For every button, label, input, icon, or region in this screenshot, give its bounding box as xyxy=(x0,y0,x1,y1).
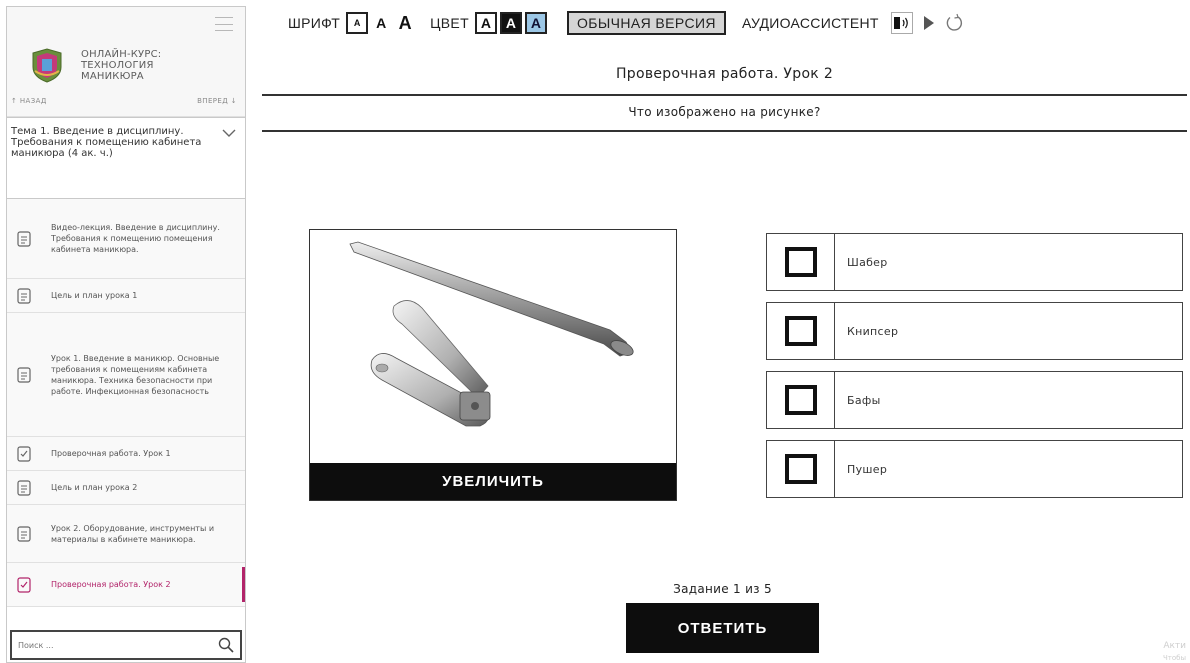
document-icon xyxy=(17,366,31,383)
play-icon[interactable] xyxy=(919,12,939,34)
checkbox[interactable] xyxy=(784,316,817,346)
audio-assistant-label: АУДИОАССИСТЕНТ xyxy=(741,15,879,31)
option-label: Книпсер xyxy=(847,324,899,338)
normal-version-button[interactable]: ОБЫЧНАЯ ВЕРСИЯ xyxy=(566,11,726,35)
option-label: Шабер xyxy=(847,255,888,269)
watermark-line: Акти xyxy=(1163,641,1186,651)
accessibility-toolbar: ШРИФТ A A A ЦВЕТ A A A ОБЫЧНАЯ ВЕРСИЯ АУ… xyxy=(288,8,965,38)
submit-answer-button[interactable]: ОТВЕТИТЬ xyxy=(626,603,819,653)
sidebar: ОНЛАЙН-КУРС: ТЕХНОЛОГИЯ МАНИКЮРА ↑ НАЗАД… xyxy=(6,6,246,663)
lesson-label: Проверочная работа. Урок 1 xyxy=(51,449,171,458)
course-title-line: ТЕХНОЛОГИЯ xyxy=(81,60,154,71)
answer-options: Шабер Книпсер Бафы Пушер xyxy=(766,233,1183,509)
lesson-label: Проверочная работа. Урок 2 xyxy=(51,580,171,589)
lesson-item-video-lecture[interactable]: Видео-лекция. Введение в дисциплину. Тре… xyxy=(7,199,245,279)
os-activation-watermark: Акти Чтобы xyxy=(1163,640,1186,663)
option-label: Бафы xyxy=(847,393,881,407)
sidebar-nav: ↑ НАЗАД ВПЕРЕД ↓ xyxy=(11,97,237,105)
question-image: УВЕЛИЧИТЬ xyxy=(309,229,677,501)
answer-option[interactable]: Бафы xyxy=(766,371,1183,429)
color-scheme-blue-button[interactable]: A xyxy=(524,12,547,34)
checkbox[interactable] xyxy=(784,385,817,415)
divider xyxy=(262,94,1187,96)
lesson-item-test-1[interactable]: Проверочная работа. Урок 1 xyxy=(7,437,245,471)
course-title-line: МАНИКЮРА xyxy=(81,71,144,82)
font-size-small-button[interactable]: A xyxy=(346,12,369,34)
task-counter: Задание 1 из 5 xyxy=(673,582,772,596)
lesson-list: Видео-лекция. Введение в дисциплину. Тре… xyxy=(7,199,245,607)
color-scheme-white-button[interactable]: A xyxy=(474,12,497,34)
lesson-label: Цель и план урока 2 xyxy=(51,483,138,492)
answer-option[interactable]: Пушер xyxy=(766,440,1183,498)
sidebar-header: ОНЛАЙН-КУРС: ТЕХНОЛОГИЯ МАНИКЮРА ↑ НАЗАД… xyxy=(7,7,245,117)
checkbox[interactable] xyxy=(784,247,817,277)
watermark-line: Чтобы xyxy=(1162,654,1186,662)
lesson-label: Урок 1. Введение в маникюр. Основные тре… xyxy=(51,353,220,396)
lesson-item-goal-1[interactable]: Цель и план урока 1 xyxy=(7,279,245,313)
zoom-button[interactable]: УВЕЛИЧИТЬ xyxy=(310,463,676,500)
checkbox-cell xyxy=(767,303,835,359)
lesson-label: Цель и план урока 1 xyxy=(51,291,138,300)
nav-forward-link[interactable]: ВПЕРЕД ↓ xyxy=(197,97,237,105)
nav-back-link[interactable]: ↑ НАЗАД xyxy=(11,97,47,105)
checkbox-cell xyxy=(767,372,835,428)
lesson-label: Видео-лекция. Введение в дисциплину. Тре… xyxy=(51,223,220,254)
font-label: ШРИФТ xyxy=(288,15,341,31)
page-title: Проверочная работа. Урок 2 xyxy=(615,66,834,82)
course-logo xyxy=(32,48,62,83)
search-icon[interactable] xyxy=(218,637,234,653)
font-size-large-button[interactable]: A xyxy=(394,12,416,34)
test-icon xyxy=(17,445,31,462)
checkbox[interactable] xyxy=(784,454,817,484)
course-title: ОНЛАЙН-КУРС: ТЕХНОЛОГИЯ МАНИКЮРА xyxy=(81,49,161,82)
checkbox-cell xyxy=(767,234,835,290)
sidebar-search xyxy=(10,630,242,660)
chevron-down-icon xyxy=(222,129,236,137)
lesson-item-goal-2[interactable]: Цель и план урока 2 xyxy=(7,471,245,505)
question-text: Что изображено на рисунке? xyxy=(628,105,821,119)
color-label: ЦВЕТ xyxy=(430,15,469,31)
test-icon xyxy=(17,576,31,593)
document-icon xyxy=(17,287,31,304)
menu-icon[interactable] xyxy=(215,17,233,31)
course-title-line: ОНЛАЙН-КУРС: xyxy=(81,49,162,60)
lesson-item-test-2[interactable]: Проверочная работа. Урок 2 xyxy=(7,563,245,607)
lesson-item-lesson-2[interactable]: Урок 2. Оборудование, инструменты и мате… xyxy=(7,505,245,563)
color-scheme-black-button[interactable]: A xyxy=(499,12,522,34)
tools-illustration xyxy=(349,241,634,427)
lesson-item-lesson-1[interactable]: Урок 1. Введение в маникюр. Основные тре… xyxy=(7,313,245,437)
checkbox-cell xyxy=(767,441,835,497)
answer-option[interactable]: Книпсер xyxy=(766,302,1183,360)
document-icon xyxy=(17,230,31,247)
replay-icon[interactable] xyxy=(943,12,965,34)
topic-header[interactable]: Тема 1. Введение в дисциплину. Требовани… xyxy=(7,117,245,199)
document-icon xyxy=(17,479,31,496)
document-icon xyxy=(17,525,31,542)
font-size-medium-button[interactable]: A xyxy=(372,12,390,34)
answer-option[interactable]: Шабер xyxy=(766,233,1183,291)
lesson-label: Урок 2. Оборудование, инструменты и мате… xyxy=(51,523,215,544)
divider xyxy=(262,130,1187,132)
search-input[interactable] xyxy=(18,640,218,650)
topic-title: Тема 1. Введение в дисциплину. Требовани… xyxy=(11,126,202,159)
speaker-icon[interactable] xyxy=(890,12,913,34)
option-label: Пушер xyxy=(847,462,888,476)
